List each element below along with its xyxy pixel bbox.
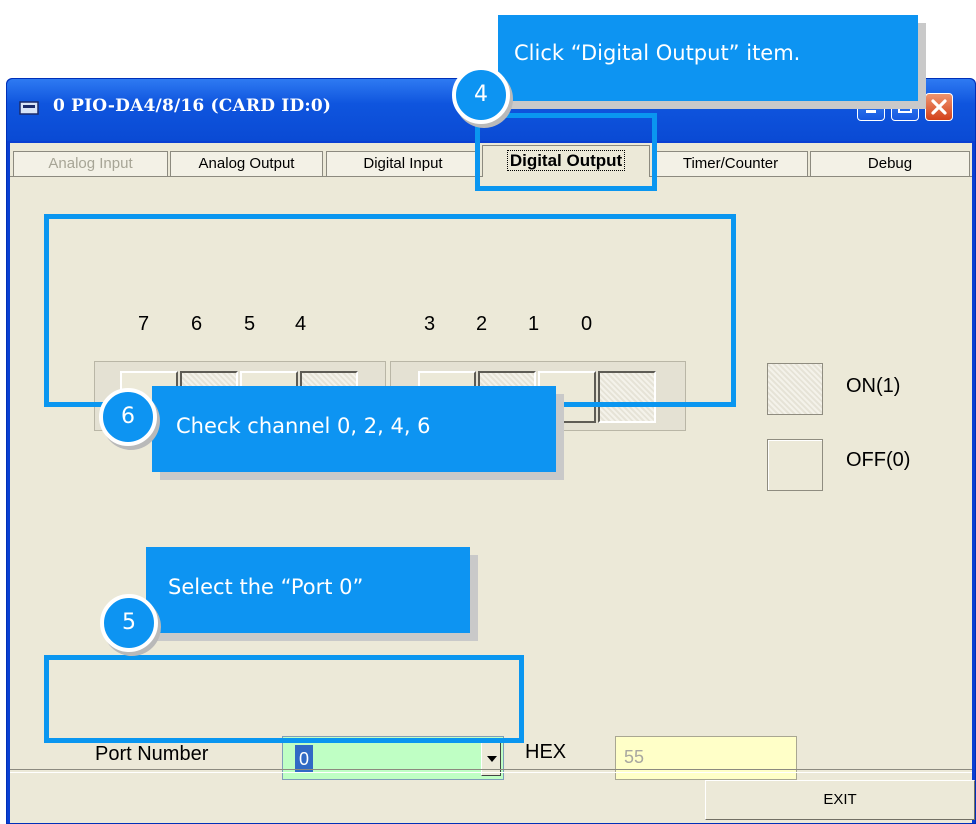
tab-debug[interactable]: Debug xyxy=(810,151,970,177)
highlight-port-number xyxy=(44,655,524,743)
status-divider xyxy=(10,769,972,773)
hex-label: HEX xyxy=(525,741,567,763)
step-4-badge: 4 xyxy=(452,66,510,124)
callout-step-6: Check channel 0, 2, 4, 6 xyxy=(152,386,556,472)
tab-digital-output[interactable]: Digital Output xyxy=(482,145,650,177)
callout-step-5: Select the “Port 0” xyxy=(146,547,470,633)
highlight-channel-switches xyxy=(44,214,736,407)
tab-bar: Analog Input Analog Output Digital Input… xyxy=(10,143,972,177)
legend-off-swatch xyxy=(767,439,823,491)
window-title: 0 PIO-DA4/8/16 (CARD ID:0) xyxy=(53,96,332,116)
callout-step-4: Click “Digital Output” item. xyxy=(498,15,918,101)
exit-button[interactable]: EXIT xyxy=(705,780,975,820)
port-number-label: Port Number xyxy=(95,743,209,765)
legend-on-label: ON(1) xyxy=(846,375,901,397)
tab-analog-output[interactable]: Analog Output xyxy=(170,151,323,177)
hex-value-field: 55 xyxy=(615,736,797,780)
legend-on-swatch xyxy=(767,363,823,415)
close-icon[interactable] xyxy=(925,93,953,121)
step-6-badge: 6 xyxy=(99,388,157,446)
tab-analog-input: Analog Input xyxy=(13,151,168,177)
legend-off-label: OFF(0) xyxy=(846,449,911,471)
app-icon xyxy=(19,101,39,115)
step-5-badge: 5 xyxy=(100,594,158,652)
hex-value: 55 xyxy=(624,747,645,767)
tab-timer-counter[interactable]: Timer/Counter xyxy=(653,151,808,177)
tab-digital-input[interactable]: Digital Input xyxy=(326,151,480,177)
